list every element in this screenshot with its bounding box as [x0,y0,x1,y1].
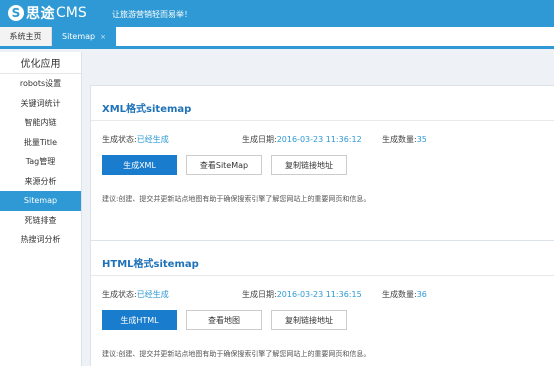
tab-bar: 系统主页 Sitemap × [0,27,554,49]
copy-html-link-button[interactable]: 复制链接地址 [271,310,347,330]
sidebar-item-dead-links[interactable]: 死链排查 [0,211,81,231]
tab-home[interactable]: 系统主页 [0,27,52,46]
xml-tip: 建议:创建、提交并更新站点地图有助于确保搜索引擎了解您网站上的重要网页和信息。 [102,195,371,203]
main-content: XML格式sitemap 生成状态:已经生成 生成日期:2016-03-23 1… [82,52,554,366]
logo-name: 思途 [26,6,55,22]
xml-count-value: 35 [416,135,427,144]
sidebar-item-tag-manage[interactable]: Tag管理 [0,152,81,172]
xml-date-label: 生成日期: [242,135,277,144]
logo[interactable]: S 思途 CMS [8,3,87,23]
html-panel-title: HTML格式sitemap [102,259,199,270]
tab-home-label: 系统主页 [9,32,42,41]
close-icon[interactable]: × [100,33,106,41]
html-status-label: 生成状态: [102,290,137,299]
html-count-label: 生成数量: [382,290,417,299]
view-sitemap-button[interactable]: 查看SiteMap [186,155,262,175]
sidebar-item-source-analysis[interactable]: 来源分析 [0,172,81,192]
xml-panel-title: XML格式sitemap [102,104,192,115]
html-status: 生成状态:已经生成 [102,289,169,300]
xml-panel-divider [91,120,554,121]
html-count-value: 36 [416,290,427,299]
sidebar-item-smart-links[interactable]: 智能内链 [0,113,81,133]
html-date: 生成日期:2016-03-23 11:36:15 [242,289,362,300]
logo-icon: S [8,5,24,21]
top-header: S 思途 CMS 让旅游营销轻而易举！ [0,0,554,27]
tab-sitemap-label: Sitemap [61,32,96,41]
xml-status-value: 已经生成 [136,135,169,144]
xml-count: 生成数量:35 [382,134,427,145]
sidebar-item-keyword-stats[interactable]: 关键词统计 [0,94,81,114]
html-sitemap-panel: HTML格式sitemap 生成状态:已经生成 生成日期:2016-03-23 … [90,240,554,366]
sidebar-item-sitemap[interactable]: Sitemap [0,191,81,211]
xml-date-value: 2016-03-23 11:36:12 [276,135,362,144]
html-tip: 建议:创建、提交并更新站点地图有助于确保搜索引擎了解您网站上的重要网页和信息。 [102,350,371,358]
sidebar-item-hot-search[interactable]: 热搜词分析 [0,230,81,250]
generate-xml-button[interactable]: 生成XML [102,155,177,175]
xml-status-label: 生成状态: [102,135,137,144]
xml-date: 生成日期:2016-03-23 11:36:12 [242,134,362,145]
xml-count-label: 生成数量: [382,135,417,144]
html-count: 生成数量:36 [382,289,427,300]
copy-xml-link-button[interactable]: 复制链接地址 [271,155,347,175]
sidebar-item-robots[interactable]: robots设置 [0,74,81,94]
html-date-value: 2016-03-23 11:36:15 [276,290,362,299]
sidebar-title: 优化应用 [0,52,81,74]
logo-suffix: CMS [56,5,87,21]
tab-sitemap[interactable]: Sitemap × [52,27,116,46]
sidebar: 优化应用 robots设置 关键词统计 智能内链 批量Title Tag管理 来… [0,52,82,366]
slogan: 让旅游营销轻而易举！ [112,10,192,19]
sidebar-item-batch-title[interactable]: 批量Title [0,133,81,153]
html-status-value: 已经生成 [136,290,169,299]
xml-status: 生成状态:已经生成 [102,134,169,145]
html-panel-divider [91,275,554,276]
generate-html-button[interactable]: 生成HTML [102,310,177,330]
html-date-label: 生成日期: [242,290,277,299]
view-map-button[interactable]: 查看地图 [186,310,262,330]
